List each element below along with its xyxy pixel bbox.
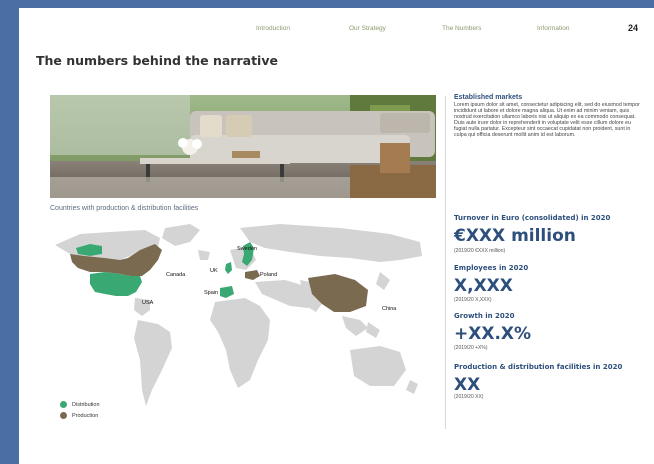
uk-shape — [225, 262, 232, 274]
label-usa: USA — [142, 300, 154, 306]
nav-introduction[interactable]: Introduction — [256, 25, 290, 32]
label-sweden: Sweden — [237, 246, 257, 252]
page-title: The numbers behind the narrative — [36, 53, 278, 68]
label-poland: Poland — [260, 272, 277, 278]
growth-value: +XX.X% — [454, 324, 532, 344]
employees-note: (2019/20 X,XXX) — [454, 297, 492, 303]
map-caption: Countries with production & distribution… — [50, 205, 199, 212]
world-map: Canada USA UK Sweden Poland Spain China — [55, 224, 422, 406]
column-divider — [445, 96, 446, 429]
facilities-value: XX — [454, 375, 481, 395]
nav-our-strategy[interactable]: Our Strategy — [349, 25, 386, 32]
growth-note: (2019/20 +X%) — [454, 345, 488, 351]
spain-shape — [220, 286, 234, 298]
turnover-note: (2019/20 €XXX million) — [454, 248, 506, 254]
facilities-note: (2019/20 XX) — [454, 394, 484, 400]
label-canada: Canada — [166, 272, 186, 278]
established-markets-body: Lorem ipsum dolor sit amet, consectetur … — [454, 102, 640, 139]
page-number: 24 — [627, 23, 638, 33]
label-spain: Spain — [204, 290, 218, 296]
report-page: Introduction Our Strategy The Numbers In… — [19, 8, 654, 464]
label-china: China — [382, 306, 397, 312]
growth-label: Growth in 2020 — [454, 312, 515, 320]
facilities-label: Production & distribution facilities in … — [454, 363, 623, 371]
nav-the-numbers[interactable]: The Numbers — [442, 25, 481, 32]
poland-shape — [245, 270, 260, 280]
employees-value: X,XXX — [454, 276, 513, 296]
nav-information[interactable]: Information — [537, 25, 570, 32]
turnover-value: €XXX million — [454, 226, 576, 246]
established-markets-heading: Established markets — [454, 94, 523, 101]
legend-distribution-dot — [60, 401, 67, 408]
legend-distribution-label: Distribution — [72, 402, 100, 408]
legend-production-label: Production — [72, 413, 99, 419]
turnover-label: Turnover in Euro (consolidated) in 2020 — [454, 214, 611, 222]
legend-production-dot — [60, 412, 67, 419]
label-uk: UK — [210, 268, 218, 274]
living-room-photo — [50, 95, 436, 198]
employees-label: Employees in 2020 — [454, 264, 529, 272]
